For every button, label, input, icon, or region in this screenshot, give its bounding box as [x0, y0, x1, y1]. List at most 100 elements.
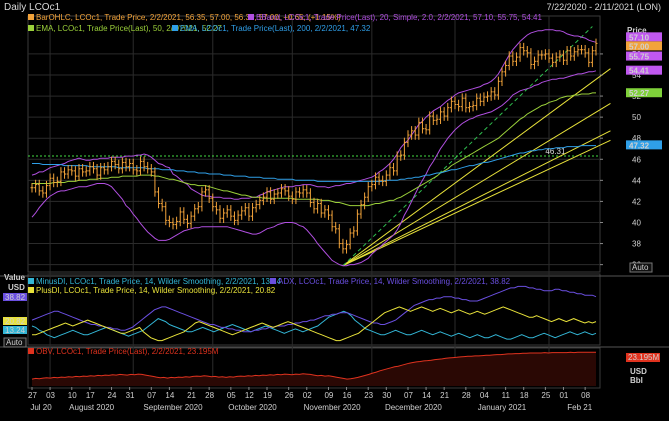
ohlc-bar [196, 201, 200, 214]
dmi-axis-title: Value [4, 273, 25, 282]
obv-tag-value: 23.195M [628, 353, 659, 362]
ohlc-bar [73, 166, 77, 181]
month-label: November 2020 [304, 403, 361, 412]
obv-panel: OBV, LCOc1, Trade Price(Last), 2/2/2021,… [28, 347, 660, 386]
ohlc-bar [543, 49, 547, 60]
ohlc-bar [486, 91, 490, 102]
price-tag: 57.10 [626, 32, 662, 42]
ohlc-bar [493, 87, 497, 100]
x-axis: 27 03 10 17 24 31 07 14 21 28 05 12 19 26 02 09 16 23 30 07… [28, 387, 593, 412]
ohlc-bar [489, 87, 493, 101]
price-legend-item: BBand, LCOc1, Trade Price(Last), 20, Sim… [248, 13, 543, 22]
ohlc-bar [533, 56, 537, 70]
price-tick-label: 38 [632, 240, 641, 249]
ohlc-bar [547, 49, 551, 63]
dmi-tag-value: 20.82 [5, 317, 26, 326]
ohlc-bar [312, 197, 316, 214]
day-tick-label: 11 [502, 391, 511, 400]
ohlc-bar [120, 157, 124, 174]
day-tick-label: 21 [187, 391, 196, 400]
ohlc-bar [536, 50, 540, 67]
ohlc-bar [66, 165, 70, 179]
dmi-legend-item: MinusDI, LCOc1, Trade Price, 14, Wilder … [28, 277, 282, 286]
ohlc-bar [330, 210, 334, 232]
ohlc-bar [30, 182, 34, 193]
ohlc-bar [59, 167, 63, 187]
dmi-tag-value: 38.82 [5, 293, 26, 302]
legend-swatch [28, 348, 34, 354]
obv-area [32, 352, 596, 386]
ohlc-bar [384, 170, 388, 187]
ohlc-bar [301, 185, 305, 198]
ohlc-bar [482, 92, 486, 107]
day-tick-label: 04 [480, 391, 489, 400]
ohlc-bar [359, 199, 363, 219]
ohlc-bar [175, 216, 179, 230]
auto-button-label: Auto [632, 263, 649, 272]
ohlc-bar [88, 161, 92, 176]
day-tick-label: 23 [364, 391, 373, 400]
day-tick-label: 26 [285, 391, 294, 400]
ohlc-bar [77, 164, 81, 181]
ohlc-bar [99, 162, 103, 180]
ema50-line [32, 92, 596, 207]
ohlc-bar [446, 102, 450, 121]
ohlc-bar [305, 185, 309, 198]
day-tick-label: 24 [108, 391, 117, 400]
ohlc-bar [283, 184, 287, 196]
ohlc-bar [279, 184, 283, 198]
ohlc-bar [229, 205, 233, 221]
price-tick-label: 42 [632, 197, 641, 206]
ohlc-bar [478, 93, 482, 107]
ohlc-bar [366, 181, 370, 202]
price-tag-value: 52.27 [629, 89, 650, 98]
ohlc-bar [91, 161, 95, 174]
ohlc-bar [388, 162, 392, 180]
price-tick-label: 44 [632, 176, 641, 185]
dmi-legend-item: PlusDI, LCOc1, Trade Price, 14, Wilder S… [28, 286, 276, 295]
ohlc-bar [153, 167, 157, 197]
ohlc-bar [178, 207, 182, 227]
month-label: January 2021 [478, 403, 527, 412]
day-tick-label: 28 [205, 391, 214, 400]
ohlc-bar [160, 198, 164, 212]
ohlc-bar [247, 202, 251, 221]
price-axis: Price363840424446485052545657.1057.0055.… [600, 26, 662, 273]
plus-di-line [32, 306, 597, 342]
ohlc-bar [352, 226, 356, 238]
ohlc-bar [439, 107, 443, 124]
ohlc-bar [587, 48, 591, 68]
ohlc-bar [326, 205, 330, 220]
ohlc-bar [232, 211, 236, 226]
price-tag: 54.41 [626, 65, 662, 76]
ohlc-bar [431, 111, 435, 126]
ohlc-bar [135, 165, 139, 176]
legend-swatch [28, 278, 34, 284]
ohlc-bar [594, 38, 598, 56]
ohlc-bar [164, 201, 168, 226]
ohlc-bar [70, 165, 74, 176]
ohlc-bar [117, 159, 121, 174]
legend-text: MinusDI, LCOc1, Trade Price, 14, Wilder … [36, 277, 282, 286]
ohlc-bar [471, 100, 475, 112]
day-tick-label: 08 [581, 391, 590, 400]
day-tick-label: 03 [46, 391, 55, 400]
day-tick-label: 18 [520, 391, 529, 400]
ohlc-bar [424, 123, 428, 135]
minus-di-line [31, 310, 597, 340]
ohlc-bar [146, 161, 150, 174]
price-tick-label: 46 [632, 155, 641, 164]
ohlc-bar [189, 211, 193, 229]
ohlc-bar [218, 205, 222, 224]
chart-canvas: 46.31BarOHLC, LCOc1, Trade Price, 2/2/20… [0, 13, 669, 412]
price-tag-value: 47.32 [629, 141, 650, 150]
legend-text: BBand, LCOc1, Trade Price(Last), 20, Sim… [256, 13, 543, 22]
ohlc-bar [580, 44, 584, 55]
day-tick-label: 31 [126, 391, 135, 400]
ohlc-bar [157, 187, 161, 209]
day-tick-label: 01 [559, 391, 568, 400]
ohlc-bar [540, 50, 544, 60]
ohlc-bar [200, 187, 204, 212]
ohlc-bar [334, 221, 338, 234]
day-tick-label: 28 [462, 391, 471, 400]
